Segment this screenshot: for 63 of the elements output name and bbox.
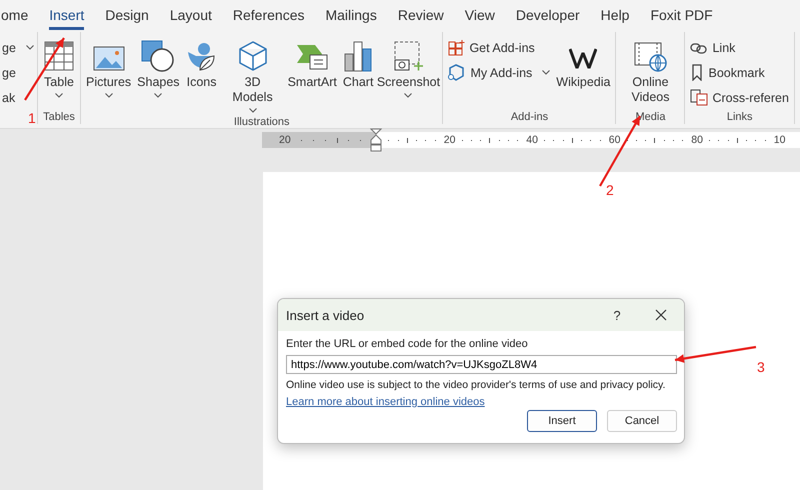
bar-chart-icon — [343, 40, 374, 72]
picture-icon — [92, 44, 125, 72]
ruler-number: 80 — [691, 133, 703, 148]
terms-text: Online video use is subject to the video provider's terms of use and privacy policy. — [286, 378, 666, 392]
ribbon-tab[interactable]: Design — [105, 0, 149, 30]
help-button[interactable]: ? — [602, 301, 632, 329]
ribbon-button[interactable]: Bookmark — [688, 61, 791, 84]
link-icon — [690, 40, 708, 54]
ribbon-button[interactable]: Chart — [340, 36, 376, 92]
dialog-title: Insert a video — [286, 308, 366, 322]
group-label: Tables — [42, 110, 76, 124]
ribbon-button[interactable]: Table — [41, 36, 77, 100]
ribbon-tab[interactable]: Foxit PDF — [650, 0, 713, 30]
ribbon-button[interactable]: Cross-referen — [688, 86, 791, 109]
prompt-text: Enter the URL or embed code for the online video — [286, 337, 529, 351]
ribbon-button[interactable]: Icons — [184, 36, 220, 92]
group-label: Illustrations — [232, 115, 291, 129]
ruler-number: 40 — [526, 133, 538, 148]
ribbon-button[interactable]: 3D Models — [222, 36, 284, 115]
ribbon-tab[interactable]: Help — [600, 0, 630, 30]
group-label: Add-ins — [510, 110, 550, 124]
bookmark-icon — [690, 64, 704, 81]
ribbon-tab[interactable]: Review — [398, 0, 444, 30]
learn-more-link[interactable]: Learn more about inserting online videos — [286, 396, 485, 408]
annotation-number: 3 — [757, 360, 765, 374]
cross-reference-icon — [690, 89, 708, 106]
ribbon-button[interactable]: Wikipedia — [554, 36, 612, 92]
annotation-number: 1 — [28, 111, 36, 125]
shapes-icon — [141, 40, 176, 72]
ruler-number: 60 — [608, 133, 620, 148]
ribbon-button[interactable]: Online Videos — [619, 36, 682, 107]
hexagon-icon — [448, 64, 466, 81]
ruler-number: 20 — [279, 133, 291, 148]
ribbon-button[interactable]: Screenshot — [377, 36, 440, 100]
ribbon-button[interactable]: SmartArt — [286, 36, 339, 92]
ribbon-button[interactable]: Get Add-ins — [446, 36, 552, 59]
group-label: Media — [634, 110, 666, 124]
dialog-button[interactable]: Cancel — [607, 410, 677, 432]
close-icon — [655, 309, 667, 321]
ribbon-tab[interactable]: Developer — [516, 0, 580, 30]
smartart-icon — [295, 42, 330, 72]
ribbon-button[interactable]: Shapes — [135, 36, 182, 100]
add-ins-grid-icon — [448, 39, 466, 56]
ribbon-button[interactable]: ak — [0, 86, 36, 109]
dialog-button[interactable]: Insert — [527, 410, 597, 432]
ribbon-button[interactable]: ge — [0, 36, 36, 59]
ribbon-button[interactable]: Link — [688, 36, 791, 59]
screenshot-icon — [392, 40, 424, 72]
ribbon-button[interactable]: Pictures — [84, 36, 134, 100]
url-input-field[interactable]: https://www.youtube.com/watch?v=UJKsgoZL8W4 — [286, 355, 677, 374]
ribbon-tab[interactable]: Mailings — [325, 0, 377, 30]
video-globe-icon — [633, 40, 668, 72]
ribbon-button[interactable]: ge — [0, 61, 36, 84]
ribbon-tab[interactable]: ome — [1, 0, 28, 30]
annotation-number: 2 — [606, 183, 614, 197]
ribbon-tab[interactable]: Layout — [170, 0, 212, 30]
group-label: Links — [726, 110, 754, 124]
ribbon-button[interactable]: My Add-ins — [446, 61, 552, 84]
ruler-number: 20 — [444, 133, 456, 148]
ribbon-tab[interactable]: References — [232, 0, 304, 30]
cube-icon — [236, 40, 269, 72]
ribbon-tab[interactable]: View — [464, 0, 495, 30]
ruler-number: 10 — [774, 133, 786, 148]
